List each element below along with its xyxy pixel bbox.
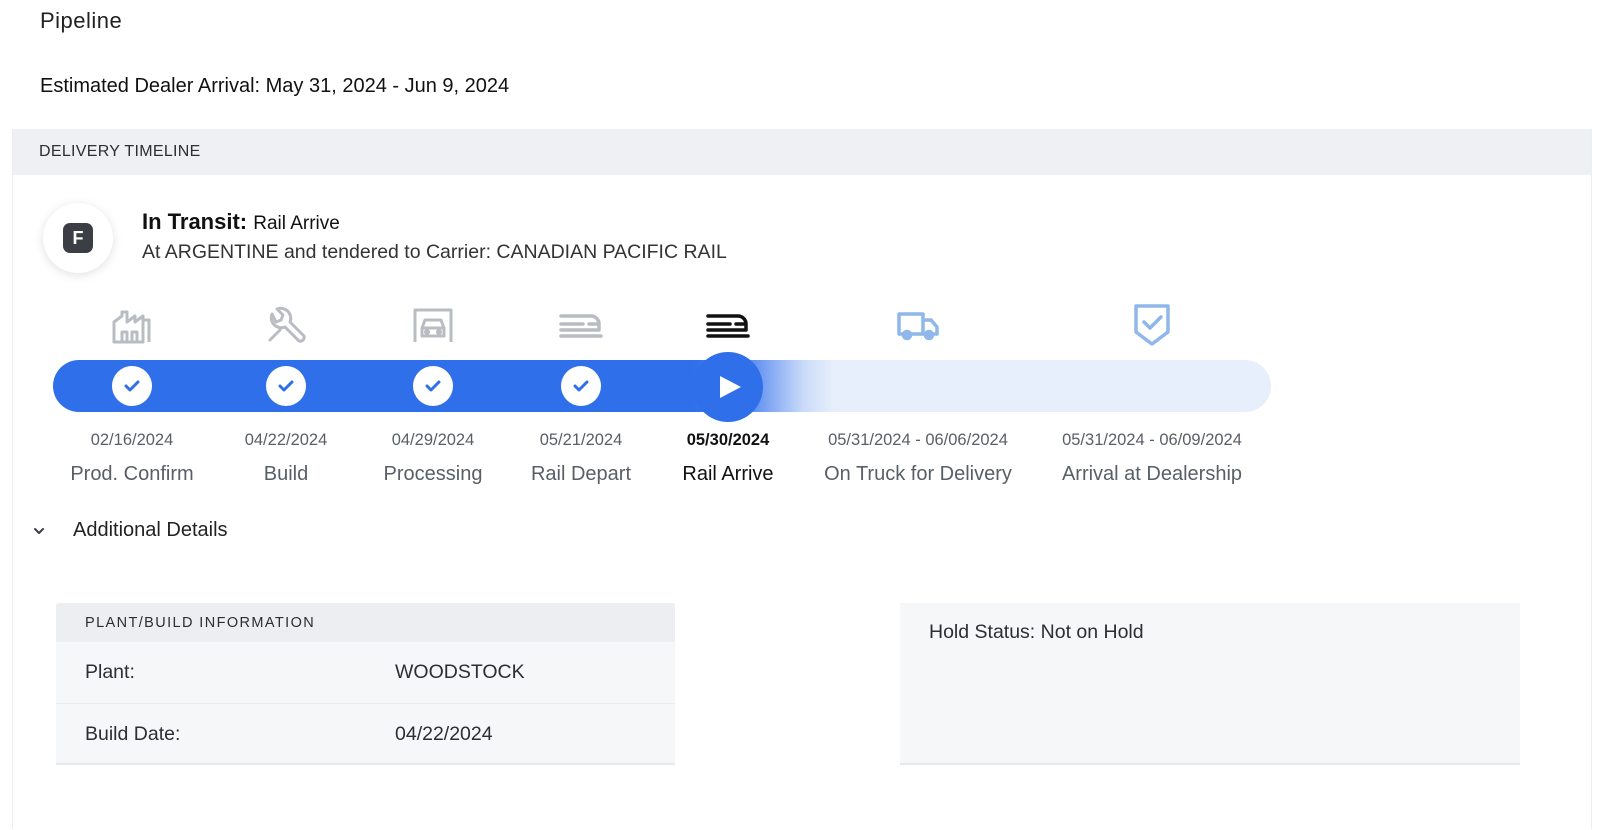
- step-date: 05/31/2024 - 06/06/2024: [828, 431, 1008, 449]
- car-bay-icon: [411, 302, 455, 346]
- additional-details-toggle[interactable]: Additional Details: [33, 519, 228, 542]
- table-row: Build Date: 04/22/2024: [56, 703, 675, 764]
- plant-build-header: PLANT/BUILD INFORMATION: [56, 603, 675, 642]
- delivery-timeline-card: DELIVERY TIMELINE F In Transit: Rail Arr…: [12, 129, 1592, 829]
- status-label: In Transit:: [142, 209, 248, 234]
- check-icon: [413, 366, 453, 406]
- chevron-down-icon: [34, 527, 44, 534]
- status-avatar: F: [43, 203, 113, 273]
- row-key: Plant:: [85, 661, 135, 683]
- status-title: In Transit: Rail Arrive: [142, 209, 340, 235]
- hold-status-panel: Hold Status: Not on Hold: [900, 603, 1520, 765]
- rail-car-icon: [706, 302, 750, 346]
- additional-details-label: Additional Details: [73, 519, 228, 541]
- step-name: On Truck for Delivery: [824, 463, 1012, 485]
- estimated-arrival: Estimated Dealer Arrival: May 31, 2024 -…: [40, 75, 510, 97]
- status-stage: Rail Arrive: [253, 213, 340, 234]
- check-icon: [112, 366, 152, 406]
- hold-status-text: Hold Status: Not on Hold: [929, 621, 1144, 643]
- row-value: WOODSTOCK: [395, 661, 525, 683]
- plant-build-info: PLANT/BUILD INFORMATION Plant: WOODSTOCK…: [56, 603, 675, 765]
- truck-icon: [896, 302, 940, 346]
- page-title: Pipeline: [40, 8, 123, 33]
- progress-track: [53, 360, 1271, 412]
- table-row: Plant: WOODSTOCK: [56, 642, 675, 703]
- delivery-timeline-header: DELIVERY TIMELINE: [13, 129, 1591, 175]
- play-icon: [695, 354, 761, 420]
- step-name: Arrival at Dealership: [1061, 463, 1243, 485]
- check-icon: [561, 366, 601, 406]
- row-key: Build Date:: [85, 722, 181, 745]
- status-letter-icon: F: [63, 223, 93, 253]
- status-description: At ARGENTINE and tendered to Carrier: CA…: [142, 241, 727, 263]
- row-value: 04/22/2024: [395, 722, 493, 745]
- wrench-icon: [264, 302, 308, 346]
- rail-car-icon: [559, 302, 603, 346]
- step-date: 05/31/2024 - 06/09/2024: [1062, 431, 1242, 449]
- factory-icon: [110, 302, 154, 346]
- shield-check-icon: [1130, 302, 1174, 346]
- check-icon: [266, 366, 306, 406]
